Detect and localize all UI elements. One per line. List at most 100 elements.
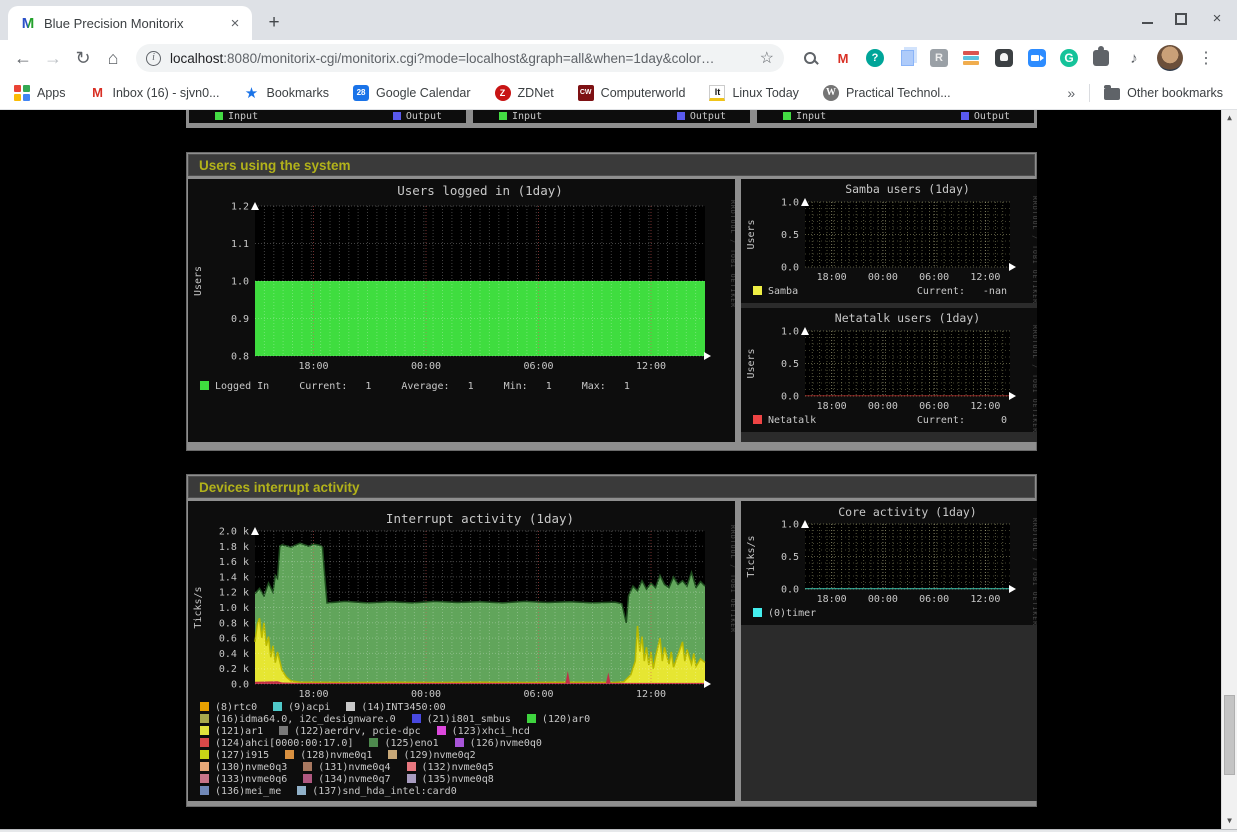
legend-swatch <box>303 774 312 783</box>
url-bar[interactable]: i localhost:8080/monitorix-cgi/monitorix… <box>136 44 784 72</box>
copy-pages-extension-icon[interactable] <box>897 48 917 68</box>
scrollbar-thumb[interactable] <box>1224 695 1235 775</box>
svg-text:1.8 k: 1.8 k <box>219 542 249 553</box>
svg-text:00:00: 00:00 <box>411 689 441 700</box>
back-icon[interactable]: ← <box>8 43 38 73</box>
svg-text:1.2 k: 1.2 k <box>219 588 249 599</box>
input-label: Input <box>512 111 542 122</box>
output-label: Output <box>406 111 442 122</box>
legend-item: (123)xhci_hcd <box>437 726 530 738</box>
legend-series: Netatalk <box>753 415 816 427</box>
calendar-icon: 28 <box>353 85 369 101</box>
gmail-extension-icon[interactable]: M <box>833 48 853 68</box>
svg-text:12:00: 12:00 <box>970 594 1000 605</box>
menu-kebab-icon[interactable]: ⋮ <box>1196 48 1216 68</box>
legend-series: (0)timer <box>753 608 816 620</box>
extensions-row: M ? R G ♪ ⋮ <box>800 45 1216 71</box>
bookmark-bookmarks[interactable]: ★ Bookmarks <box>244 85 330 101</box>
url-text[interactable]: localhost:8080/monitorix-cgi/monitorix.c… <box>170 51 754 66</box>
interrupt-activity-legend: (8)rtc0(9)acpi(14)INT3450:00(16)idma64.0… <box>200 702 729 798</box>
legend-input: Input <box>499 111 542 122</box>
r-extension-icon[interactable]: R <box>930 49 948 67</box>
svg-text:00:00: 00:00 <box>868 401 898 412</box>
network-graph-panel[interactable]: Input Output <box>473 110 750 123</box>
tab-close-icon[interactable]: × <box>226 15 244 32</box>
legend-item: (127)i915 <box>200 750 269 762</box>
svg-text:00:00: 00:00 <box>868 272 898 283</box>
legend-swatch <box>346 702 355 711</box>
svg-text:0.0: 0.0 <box>231 680 249 691</box>
legend-swatch <box>200 702 209 711</box>
legend-current: Current: -nan <box>917 286 1007 298</box>
bookmark-inbox[interactable]: M Inbox (16) - sjvn0... <box>90 85 220 101</box>
scroll-up-icon[interactable]: ▲ <box>1222 110 1237 126</box>
samba-users-graph[interactable]: 0.00.51.018:0000:0006:0012:00Samba users… <box>741 179 1037 303</box>
puzzle-icon <box>1093 50 1109 66</box>
svg-text:1.0: 1.0 <box>231 277 249 288</box>
bookmark-label: Linux Today <box>732 86 799 100</box>
legend-swatch <box>200 762 209 771</box>
core-activity-graph[interactable]: 0.00.51.018:0000:0006:0012:00Core activi… <box>741 501 1037 625</box>
legend-swatch <box>200 774 209 783</box>
forward-icon[interactable]: → <box>38 43 68 73</box>
legend-item: (120)ar0 <box>527 714 590 726</box>
window-maximize-icon[interactable] <box>1175 13 1187 25</box>
legend-swatch <box>200 726 209 735</box>
wordpress-icon: W <box>823 85 839 101</box>
svg-text:12:00: 12:00 <box>970 272 1000 283</box>
bookmark-google-calendar[interactable]: 28 Google Calendar <box>353 85 471 101</box>
svg-text:Ticks/s: Ticks/s <box>193 586 204 628</box>
bookmark-label: Google Calendar <box>376 86 471 100</box>
svg-text:00:00: 00:00 <box>411 361 441 372</box>
tab-title: Blue Precision Monitorix <box>44 16 226 31</box>
bookmark-apps[interactable]: Apps <box>14 85 66 101</box>
url-host: localhost <box>170 51 223 66</box>
network-graph-panel[interactable]: Input Output <box>189 110 466 123</box>
extensions-puzzle-icon[interactable] <box>1091 48 1111 68</box>
home-icon[interactable]: ⌂ <box>98 43 128 73</box>
bookmark-computerworld[interactable]: CW Computerworld <box>578 85 686 101</box>
users-logged-in-cell: 0.80.91.01.11.218:0000:0006:0012:00Users… <box>188 179 735 442</box>
book-blue <box>963 56 979 60</box>
legend-swatch <box>273 702 282 711</box>
legend-stat: Current:1 <box>299 381 371 393</box>
bookmark-star-icon[interactable]: ☆ <box>760 48 774 68</box>
grammarly-extension-icon[interactable]: G <box>1060 49 1078 67</box>
monitorix-page: Input Output Input Output Input Output U… <box>0 110 1237 832</box>
playlist-extension-icon[interactable]: ♪ <box>1124 48 1144 68</box>
svg-text:0.8: 0.8 <box>231 352 249 363</box>
legend-swatch <box>297 786 306 795</box>
interrupt-activity-graph[interactable]: 0.00.2 k0.4 k0.6 k0.8 k1.0 k1.2 k1.4 k1.… <box>188 501 735 801</box>
netatalk-users-graph[interactable]: 0.00.51.018:0000:0006:0012:00Netatalk us… <box>741 308 1037 432</box>
vertical-scrollbar[interactable]: ▲ ▼ <box>1221 110 1237 829</box>
browser-tab[interactable]: M Blue Precision Monitorix × <box>8 6 252 40</box>
reload-icon[interactable]: ↻ <box>68 43 98 73</box>
other-bookmarks-button[interactable]: Other bookmarks <box>1104 85 1223 100</box>
tab-strip: M Blue Precision Monitorix × + × <box>0 0 1237 40</box>
zoom-extension-icon[interactable] <box>1027 48 1047 68</box>
network-graph-panel[interactable]: Input Output <box>757 110 1034 123</box>
new-tab-button[interactable]: + <box>262 12 286 36</box>
svg-text:0.4 k: 0.4 k <box>219 649 249 660</box>
profile-avatar[interactable] <box>1157 45 1183 71</box>
reading-list-extension-icon[interactable] <box>961 48 981 68</box>
bookmark-practical-technology[interactable]: W Practical Technol... <box>823 85 951 101</box>
window-minimize-icon[interactable] <box>1142 14 1153 24</box>
scroll-down-icon[interactable]: ▼ <box>1222 813 1237 829</box>
search-extension-icon[interactable] <box>800 48 820 68</box>
window-close-icon[interactable]: × <box>1209 9 1225 29</box>
blocker-extension-icon[interactable]: ? <box>866 49 884 67</box>
users-section: Users using the system 0.80.91.01.11.218… <box>186 152 1037 451</box>
bookmark-zdnet[interactable]: Z ZDNet <box>495 85 554 101</box>
legend-item: (135)nvme0q8 <box>407 774 494 786</box>
bookmark-linux-today[interactable]: lt Linux Today <box>709 85 799 101</box>
svg-text:18:00: 18:00 <box>817 594 847 605</box>
lamp-extension-icon[interactable] <box>994 48 1014 68</box>
svg-text:Ticks/s: Ticks/s <box>746 535 757 577</box>
users-logged-in-graph[interactable]: 0.80.91.01.11.218:0000:0006:0012:00Users… <box>188 179 735 442</box>
svg-text:0.8 k: 0.8 k <box>219 618 249 629</box>
page-info-icon[interactable]: i <box>146 51 161 66</box>
bookmarks-overflow-chevron[interactable]: » <box>1067 85 1075 101</box>
bookmark-label: Apps <box>37 86 66 100</box>
svg-text:Users: Users <box>193 266 204 296</box>
